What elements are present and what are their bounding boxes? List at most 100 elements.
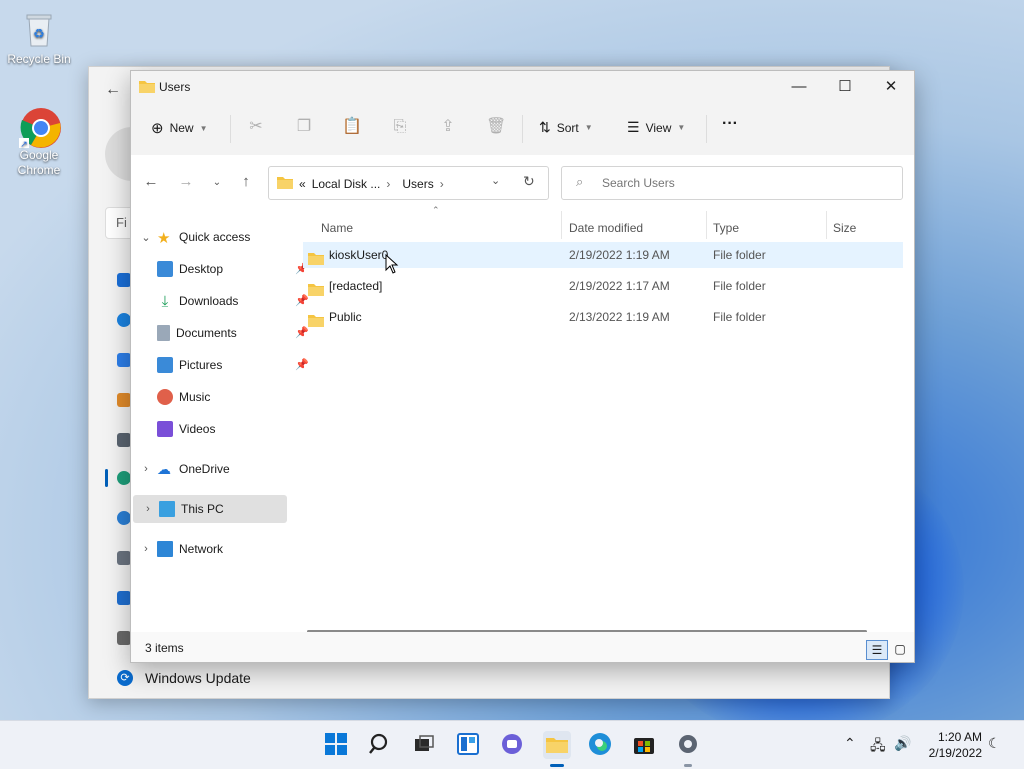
videos-icon: [157, 421, 173, 437]
search-icon[interactable]: [367, 731, 395, 759]
chevron-right-icon[interactable]: ›: [139, 463, 153, 475]
address-dropdown-icon[interactable]: ⌄: [491, 174, 500, 187]
windows-update-item[interactable]: ⟳ Windows Update: [117, 670, 251, 686]
sidebar-item-network[interactable]: › Network: [131, 535, 289, 563]
accounts-icon[interactable]: [117, 471, 131, 485]
search-input[interactable]: ⌕ Search Users: [561, 166, 903, 200]
windows-update-label: Windows Update: [145, 670, 251, 686]
breadcrumb-item[interactable]: Users: [402, 177, 433, 191]
notifications-icon[interactable]: ☾: [988, 735, 1001, 752]
network-icon[interactable]: [117, 353, 131, 367]
document-icon: [157, 325, 170, 341]
breadcrumb-separator-icon: ›: [439, 176, 444, 191]
sidebar-item-downloads[interactable]: ⤓ Downloads 📌: [131, 287, 315, 315]
minimize-button[interactable]: —: [776, 71, 822, 103]
sidebar-item-videos[interactable]: Videos: [131, 415, 315, 443]
column-header-size[interactable]: Size: [833, 216, 856, 240]
personalization-icon[interactable]: [117, 393, 131, 407]
details-view-icon[interactable]: ☰: [866, 640, 888, 660]
selected-indicator: [105, 469, 108, 487]
table-row[interactable]: Public 2/13/2022 1:19 AM File folder: [303, 304, 903, 330]
sidebar-item-documents[interactable]: Documents 📌: [131, 319, 315, 347]
music-icon: [157, 389, 173, 405]
cloud-icon: ☁: [157, 461, 171, 477]
volume-icon[interactable]: 🔊: [894, 735, 911, 752]
chevron-right-icon[interactable]: ›: [141, 503, 155, 515]
sidebar-item-pictures[interactable]: Pictures 📌: [131, 351, 315, 379]
view-label: View: [645, 120, 672, 135]
file-explorer-taskbar-icon[interactable]: [543, 731, 571, 759]
forward-arrow-icon[interactable]: →: [176, 173, 196, 190]
sidebar-item-desktop[interactable]: Desktop 📌: [131, 255, 315, 283]
new-button[interactable]: ⊕ New ▼: [151, 119, 208, 137]
back-arrow-icon[interactable]: ←: [105, 81, 121, 99]
sort-ascending-icon: ⌃: [432, 205, 440, 215]
close-button[interactable]: ✕: [868, 71, 914, 103]
tiles-view-icon[interactable]: ▢: [890, 640, 910, 658]
cut-icon[interactable]: ✂: [246, 117, 266, 137]
breadcrumb-item[interactable]: Local Disk ...: [312, 177, 381, 191]
clock[interactable]: 1:20 AM 2/19/2022: [929, 729, 982, 761]
recycle-bin-icon: ♻: [19, 10, 59, 50]
edge-icon[interactable]: [587, 731, 615, 759]
sidebar-item-onedrive[interactable]: › ☁ OneDrive: [131, 455, 289, 483]
gaming-icon[interactable]: [117, 551, 131, 565]
apps-icon[interactable]: [117, 433, 131, 447]
store-icon[interactable]: [631, 731, 659, 759]
sidebar-item-label: Videos: [179, 422, 216, 436]
item-count: 3 items: [145, 641, 184, 655]
sidebar-item-label: Network: [179, 542, 224, 556]
address-bar[interactable]: « Local Disk ... › Users › ⌄ ↻: [268, 166, 549, 200]
column-header-type[interactable]: Type: [713, 216, 739, 240]
desktop-icon-recycle-bin[interactable]: ♻ Recycle Bin: [4, 10, 74, 66]
bluetooth-icon[interactable]: [117, 313, 131, 327]
view-button[interactable]: ☰ View ▼: [627, 119, 685, 136]
task-view-icon[interactable]: [411, 731, 439, 759]
file-explorer-window: Users — ☐ ✕ ⊕ New ▼ ✂ ❐ 📋 ⎘ ⇪ 🗑 ⇅ Sort ▼…: [130, 70, 915, 663]
navigation-pane: ⌄ ★ Quick access Desktop 📌 ⤓ Downloads 📌…: [131, 211, 309, 631]
divider: [230, 115, 231, 143]
system-icon[interactable]: [117, 273, 131, 287]
share-icon[interactable]: ⇪: [438, 117, 458, 137]
chevron-right-icon[interactable]: ›: [139, 543, 153, 555]
new-label: New: [169, 121, 194, 135]
sidebar-item-this-pc[interactable]: › This PC: [133, 495, 287, 523]
desktop-icon-chrome[interactable]: ↗ Google Chrome: [4, 106, 74, 178]
chat-icon[interactable]: [499, 731, 527, 759]
column-header-date-modified[interactable]: Date modified: [569, 216, 643, 240]
widgets-icon[interactable]: [455, 731, 483, 759]
file-type: File folder: [713, 279, 766, 293]
back-arrow-icon[interactable]: ←: [141, 173, 161, 190]
recent-locations-chevron-icon[interactable]: ⌄: [207, 177, 227, 188]
accessibility-icon[interactable]: [117, 591, 131, 605]
file-date: 2/19/2022 1:17 AM: [569, 279, 670, 293]
time-language-icon[interactable]: [117, 511, 131, 525]
chevron-down-icon: ▼: [584, 123, 593, 132]
column-header-name[interactable]: Name: [321, 216, 353, 240]
paste-icon[interactable]: 📋: [342, 117, 362, 137]
maximize-button[interactable]: ☐: [822, 71, 868, 103]
divider: [706, 115, 707, 143]
rename-icon[interactable]: ⎘: [390, 117, 410, 137]
start-icon[interactable]: [323, 731, 351, 759]
settings-gear-icon[interactable]: [675, 731, 703, 759]
computer-icon: [159, 501, 175, 517]
pictures-icon: [157, 357, 173, 373]
privacy-icon[interactable]: [117, 631, 131, 645]
more-options-button[interactable]: ···: [722, 115, 738, 133]
chevron-up-icon[interactable]: ⌃: [844, 735, 856, 752]
active-indicator: [550, 764, 564, 767]
search-placeholder: Search Users: [602, 176, 675, 190]
title-bar[interactable]: Users — ☐ ✕: [131, 71, 914, 103]
refresh-icon[interactable]: ↻: [523, 173, 535, 190]
sort-button[interactable]: ⇅ Sort ▼: [539, 119, 593, 136]
sidebar-item-quick-access[interactable]: ⌄ ★ Quick access: [131, 223, 289, 251]
chevron-down-icon[interactable]: ⌄: [139, 231, 153, 244]
copy-icon[interactable]: ❐: [294, 117, 314, 137]
sidebar-item-music[interactable]: Music: [131, 383, 315, 411]
network-status-icon[interactable]: 🖧: [870, 735, 886, 759]
up-arrow-icon[interactable]: ↑: [236, 173, 256, 190]
delete-icon[interactable]: 🗑: [486, 117, 506, 137]
breadcrumb-overflow[interactable]: «: [299, 177, 306, 191]
download-arrow-icon: ⤓: [161, 293, 169, 310]
